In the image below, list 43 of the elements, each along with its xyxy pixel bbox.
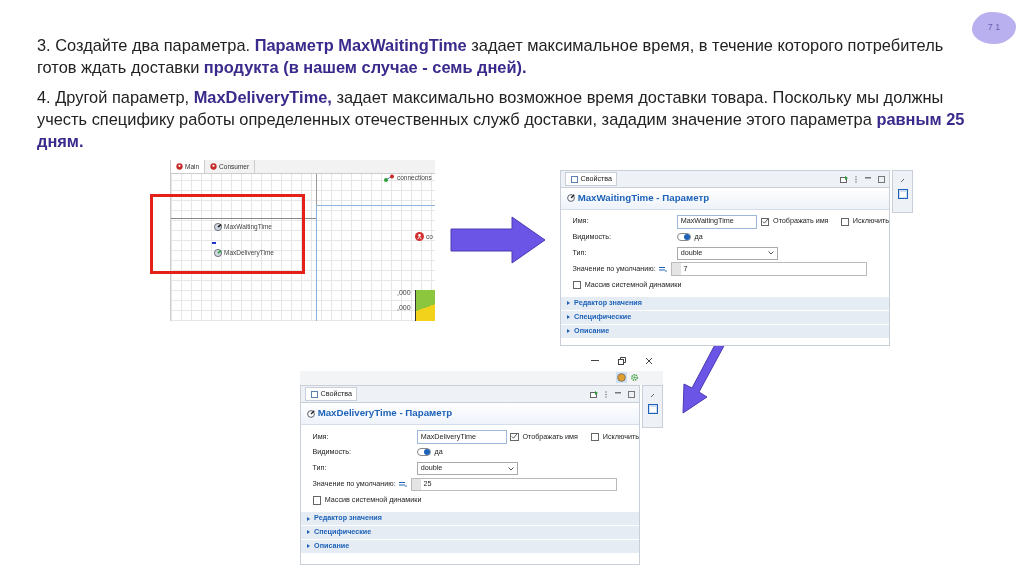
gear-icon[interactable] (629, 373, 639, 383)
window-icon[interactable] (897, 188, 908, 199)
checkbox[interactable] (760, 217, 770, 227)
panel-title: MaxDeliveryTime - Параметр (317, 406, 453, 421)
restore-icon[interactable] (618, 357, 627, 366)
agent-icon (210, 163, 218, 170)
expand-icon (306, 544, 310, 549)
slide-number: 7 1 (972, 12, 1016, 44)
checkbox[interactable] (510, 432, 519, 442)
expand-icon (306, 530, 310, 535)
chevron-down-icon (507, 466, 514, 471)
parameter-icon (214, 248, 222, 257)
paragraph: 3. Создайте два параметра. Параметр MaxWaitingTime задает максимальное время, в течение которого потребитель готов ждать доставки продукта (в нашем случае - семь дней). (37, 35, 945, 78)
expand-icon (566, 315, 570, 320)
connections-icon (383, 173, 395, 182)
toggle-switch[interactable] (416, 447, 431, 459)
minimize-icon[interactable] (591, 360, 600, 363)
checkbox[interactable] (572, 280, 582, 290)
marker-icon (212, 242, 216, 244)
parameter-icon (306, 409, 315, 418)
equals-icon[interactable] (399, 481, 408, 488)
expand-icon (566, 329, 570, 334)
window-icon (570, 175, 578, 183)
parameter-icon (214, 222, 222, 231)
agent-icon (176, 163, 183, 170)
panel-title: MaxWaitingTime - Параметр (577, 191, 710, 206)
checkbox[interactable] (840, 217, 850, 227)
expand-icon (306, 516, 310, 521)
paragraph: 4. Другой параметр, MaxDeliveryTime, задает максимально возможное время доставки товара. Поскольку мы должны учесть специфику работы определенных отечественных служб доставки, зададим значение этого параметра равным 25 дням. (37, 87, 966, 152)
window-icon[interactable] (647, 404, 658, 415)
maximize-icon[interactable] (877, 175, 885, 183)
maximize-icon[interactable] (627, 390, 635, 398)
checkbox[interactable] (590, 432, 600, 442)
close-icon[interactable] (644, 357, 653, 366)
chevron-down-icon (767, 251, 774, 256)
window-icon (310, 390, 318, 398)
equals-icon[interactable] (659, 266, 668, 273)
checkbox[interactable] (312, 495, 322, 505)
chart-thumbnail (415, 290, 435, 321)
parameter-icon (566, 194, 575, 203)
toggle-switch[interactable] (676, 232, 691, 244)
agent-icon (415, 232, 424, 242)
expand-icon (566, 301, 570, 306)
